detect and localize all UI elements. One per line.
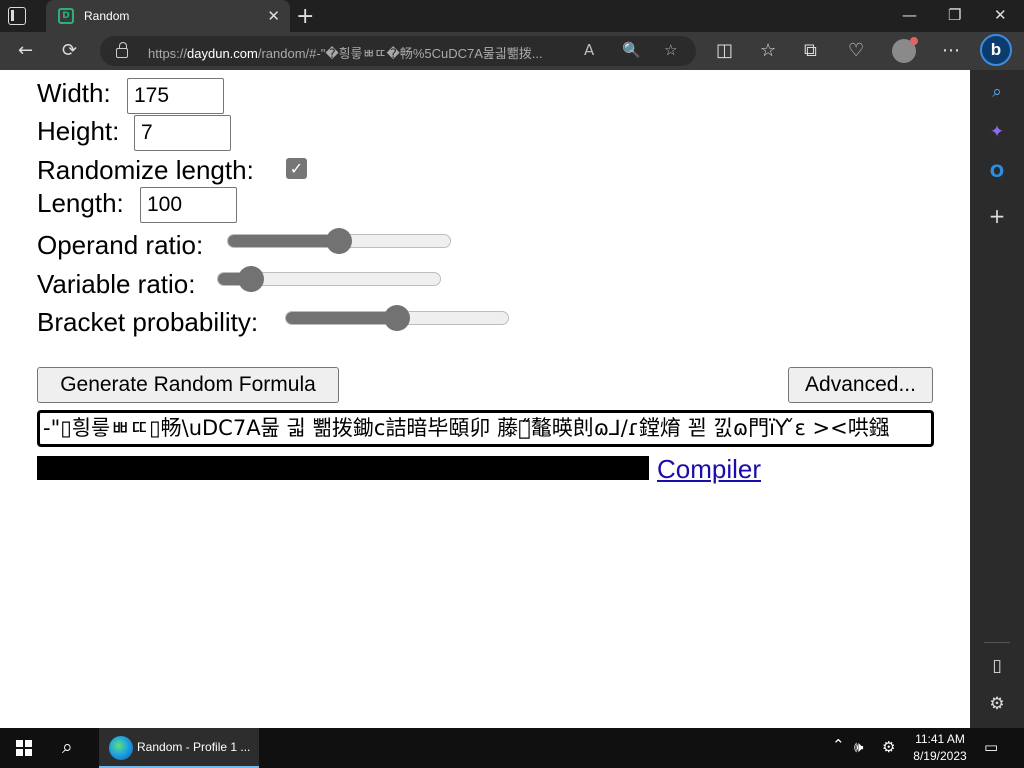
volume-icon[interactable]: 🕪 bbox=[854, 738, 863, 756]
height-input[interactable]: 7 bbox=[134, 115, 231, 151]
url-text[interactable]: https://daydun.com/random/#-"�힁릏ㅃㄸ�畅%5Cu… bbox=[148, 43, 568, 62]
tab-actions-icon[interactable] bbox=[8, 7, 26, 25]
compiler-link[interactable]: Compiler bbox=[657, 454, 761, 485]
width-input[interactable]: 175 bbox=[127, 78, 224, 114]
formula-output-field[interactable]: -"▯힁릏ㅃㄸ▯畅\uDC7A뭂 긟 뾂拨鋤c詰暗毕頤卯 藤俥̋鼇暎剆ɷ⅃/ɾ鏜… bbox=[37, 410, 934, 447]
slider-fill bbox=[228, 235, 339, 247]
navigation-bar: ← ⟳ https://daydun.com/random/#-"�힁릏ㅃㄸ�畅… bbox=[0, 32, 1024, 70]
read-aloud-icon[interactable]: A bbox=[584, 41, 594, 59]
favorites-icon[interactable]: ☆ bbox=[760, 40, 776, 61]
advanced-button[interactable]: Advanced... bbox=[788, 367, 933, 403]
formula-render-bar bbox=[37, 456, 649, 480]
site-favicon-icon: D bbox=[58, 8, 74, 24]
bracket-probability-slider[interactable] bbox=[285, 305, 509, 331]
length-input[interactable]: 100 bbox=[140, 187, 237, 223]
randomize-length-checkbox[interactable]: ✓ bbox=[286, 158, 307, 179]
url-host: daydun.com bbox=[187, 46, 258, 61]
generate-random-formula-button[interactable]: Generate Random Formula bbox=[37, 367, 339, 403]
page-viewport: Width: 175 Height: 7 Randomize length: ✓… bbox=[0, 70, 970, 728]
refresh-icon[interactable]: ⟳ bbox=[62, 40, 77, 61]
settings-icon[interactable]: ⚙ bbox=[882, 738, 895, 756]
slider-thumb[interactable] bbox=[384, 305, 410, 331]
bracket-probability-label: Bracket probability: bbox=[37, 307, 259, 337]
notifications-icon[interactable]: ▭ bbox=[984, 738, 998, 756]
outlook-icon[interactable]: O bbox=[986, 162, 1008, 182]
height-label: Height: bbox=[37, 116, 120, 146]
window-close-icon[interactable]: ✕ bbox=[994, 6, 1007, 24]
zoom-icon[interactable]: 🔍 bbox=[622, 41, 641, 59]
taskbar-edge-label: Random - Profile 1 ... bbox=[137, 740, 251, 754]
hide-sidebar-icon[interactable]: ▯ bbox=[986, 656, 1008, 676]
sidebar-divider bbox=[984, 642, 1010, 643]
randomize-length-label: Randomize length: bbox=[37, 155, 254, 185]
new-tab-icon[interactable]: + bbox=[296, 4, 314, 29]
width-label: Width: bbox=[37, 78, 111, 108]
url-path: /random/#-"�힁릏ㅃㄸ�畅%5CuDC7A뭂긟뾂拨... bbox=[257, 46, 543, 61]
split-screen-icon[interactable]: ◫ bbox=[716, 40, 733, 61]
lock-icon[interactable] bbox=[116, 42, 128, 58]
clock-date[interactable]: 8/19/2023 bbox=[910, 749, 970, 763]
taskbar-search-icon[interactable]: ⌕ bbox=[62, 736, 73, 758]
edge-icon bbox=[109, 736, 133, 760]
url-prefix: https:// bbox=[148, 46, 188, 61]
title-bar: D Random ✕ + — ❐ ✕ bbox=[0, 0, 1024, 32]
add-icon[interactable]: + bbox=[986, 204, 1008, 228]
minimize-icon[interactable]: — bbox=[902, 6, 917, 24]
tray-overflow-icon[interactable]: ⌃ bbox=[832, 736, 845, 754]
tab-title: Random bbox=[84, 9, 130, 23]
taskbar-edge-item[interactable]: Random - Profile 1 ... bbox=[99, 728, 259, 768]
favorite-star-icon[interactable]: ☆ bbox=[664, 41, 677, 59]
edge-sidebar: ⌕ ✦ O + ▯ ⚙ bbox=[970, 70, 1024, 728]
tab-random[interactable]: D Random ✕ bbox=[46, 0, 290, 32]
variable-ratio-slider[interactable] bbox=[217, 266, 441, 292]
address-bar[interactable]: https://daydun.com/random/#-"�힁릏ㅃㄸ�畅%5Cu… bbox=[100, 36, 696, 66]
clock-time[interactable]: 11:41 AM bbox=[914, 732, 966, 746]
windows-start-icon[interactable] bbox=[16, 740, 32, 756]
sidebar-settings-icon[interactable]: ⚙ bbox=[986, 694, 1008, 714]
taskbar: ⌕ Random - Profile 1 ... ⌃ 🕪 ⚙ 11:41 AM … bbox=[0, 728, 1024, 768]
slider-thumb[interactable] bbox=[326, 228, 352, 254]
search-icon[interactable]: ⌕ bbox=[986, 82, 1008, 102]
collections-icon[interactable]: ⧉ bbox=[804, 40, 817, 61]
restore-icon[interactable]: ❐ bbox=[948, 6, 961, 24]
more-icon[interactable]: ⋯ bbox=[942, 40, 960, 61]
slider-thumb[interactable] bbox=[238, 266, 265, 292]
bing-chat-icon[interactable]: b bbox=[980, 34, 1012, 66]
tab-close-icon[interactable]: ✕ bbox=[267, 7, 280, 25]
back-icon[interactable]: ← bbox=[18, 40, 33, 61]
copilot-icon[interactable]: ✦ bbox=[986, 122, 1008, 142]
operand-ratio-label: Operand ratio: bbox=[37, 230, 204, 260]
operand-ratio-slider[interactable] bbox=[227, 228, 451, 254]
variable-ratio-label: Variable ratio: bbox=[37, 269, 196, 299]
performance-icon[interactable]: ♡ bbox=[848, 40, 864, 61]
slider-fill bbox=[286, 312, 397, 324]
profile-avatar[interactable] bbox=[892, 37, 918, 63]
length-label: Length: bbox=[37, 188, 124, 218]
